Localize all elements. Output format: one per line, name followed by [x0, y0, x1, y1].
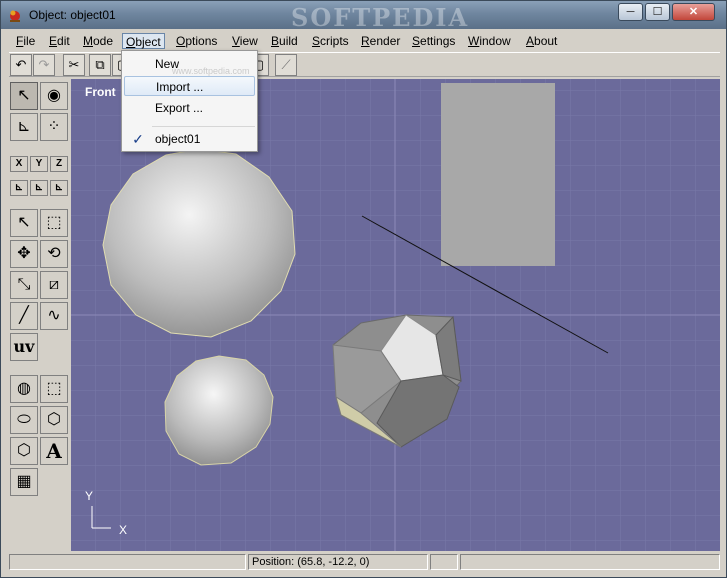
status-position: Position: (65.8, -12.2, 0): [248, 554, 428, 570]
cube-tool[interactable]: ⬚: [40, 375, 68, 403]
skew-tool[interactable]: ⧄: [40, 271, 68, 299]
menu-options[interactable]: Options: [173, 33, 220, 49]
move-tool[interactable]: ✥: [10, 240, 38, 268]
toolbar: ↶ ↷ ✂ ⧉ ▢ ▢ ⟋: [9, 52, 720, 77]
status-panel-mid: [430, 554, 458, 570]
z-axis-toggle[interactable]: Z: [50, 156, 68, 172]
app-icon: [10, 10, 20, 22]
minimize-button[interactable]: ─: [618, 3, 643, 21]
viewport-label: Front: [85, 85, 116, 99]
menu-settings[interactable]: Settings: [409, 33, 458, 49]
menu-item-object01[interactable]: object01: [124, 129, 255, 149]
undo-button[interactable]: ↶: [10, 54, 32, 76]
menu-separator: [152, 126, 255, 127]
arrow-select-tool[interactable]: ↖: [10, 209, 38, 237]
select-tool[interactable]: ↖: [10, 82, 38, 110]
rotate-tool[interactable]: ⟲: [40, 240, 68, 268]
menu-edit[interactable]: Edit: [46, 33, 73, 49]
title-bar[interactable]: Object: object01 SOFTPEDIA ─ ☐ ✕: [1, 1, 726, 32]
status-panel-right: [460, 554, 720, 570]
status-bar: Position: (65.8, -12.2, 0): [9, 553, 720, 571]
status-panel-left: [9, 554, 246, 570]
rect-select-tool[interactable]: ⬚: [40, 209, 68, 237]
menu-window[interactable]: Window: [465, 33, 514, 49]
menu-bar: File Edit Mode Object Options View Build…: [9, 31, 720, 51]
maximize-button[interactable]: ☐: [645, 3, 670, 21]
object-menu-dropdown: www.softpedia.com New Import ... Export …: [121, 50, 258, 152]
scale-tool[interactable]: ⤡: [10, 271, 38, 299]
axes-tool[interactable]: ⊾: [10, 113, 38, 141]
cut-button[interactable]: ✂: [63, 54, 85, 76]
table-tool[interactable]: ▦: [10, 468, 38, 496]
app-window: Object: object01 SOFTPEDIA ─ ☐ ✕ File Ed…: [0, 0, 727, 578]
menu-file[interactable]: File: [13, 33, 38, 49]
redo-button[interactable]: ↷: [33, 54, 55, 76]
close-button[interactable]: ✕: [672, 3, 715, 21]
y-axis-toggle[interactable]: Y: [30, 156, 48, 172]
menu-item-export[interactable]: Export ...: [124, 98, 255, 118]
x-axis-toggle[interactable]: X: [10, 156, 28, 172]
axis-x-label: X: [119, 523, 128, 537]
copy-button[interactable]: ⧉: [89, 54, 111, 76]
box-object[interactable]: [441, 83, 555, 266]
polygon-tool[interactable]: ⬡: [10, 437, 38, 465]
menu-item-import[interactable]: Import ...: [124, 76, 255, 96]
polyhedron-tool[interactable]: ⬡: [40, 406, 68, 434]
menu-render[interactable]: Render: [358, 33, 403, 49]
menu-object[interactable]: Object: [122, 33, 165, 49]
menu-view[interactable]: View: [229, 33, 261, 49]
menu-scripts[interactable]: Scripts: [309, 33, 352, 49]
window-title: Object: object01: [29, 8, 116, 22]
menu-mode[interactable]: Mode: [80, 33, 116, 49]
menu-about[interactable]: About: [523, 33, 560, 49]
sphere-tool[interactable]: ◍: [10, 375, 38, 403]
title-watermark: SOFTPEDIA: [291, 3, 470, 32]
text-tool[interactable]: A: [40, 437, 68, 465]
axis-mode-2-icon[interactable]: ⊾: [30, 180, 48, 196]
axis-y-label: Y: [85, 489, 94, 503]
axis-mode-1-icon[interactable]: ⊾: [10, 180, 28, 196]
menu-item-new[interactable]: New: [124, 54, 255, 74]
curve-tool[interactable]: ∿: [40, 302, 68, 330]
line-tool[interactable]: ╱: [10, 302, 38, 330]
points-tool[interactable]: ⁘: [40, 113, 68, 141]
graph-button[interactable]: ⟋: [275, 54, 297, 76]
uv-tool[interactable]: uv: [10, 333, 38, 361]
cylinder-tool[interactable]: ⬭: [10, 406, 38, 434]
menu-build[interactable]: Build: [268, 33, 301, 49]
axis-mode-3-icon[interactable]: ⊾: [50, 180, 68, 196]
tool-palette: ↖ ◉ ⊾ ⁘ X Y Z ⊾ ⊾ ⊾ ↖ ⬚ ✥ ⟲ ⤡ ⧄ ╱ ∿ uv ◍…: [9, 79, 71, 551]
view-eye-icon[interactable]: ◉: [40, 82, 68, 110]
